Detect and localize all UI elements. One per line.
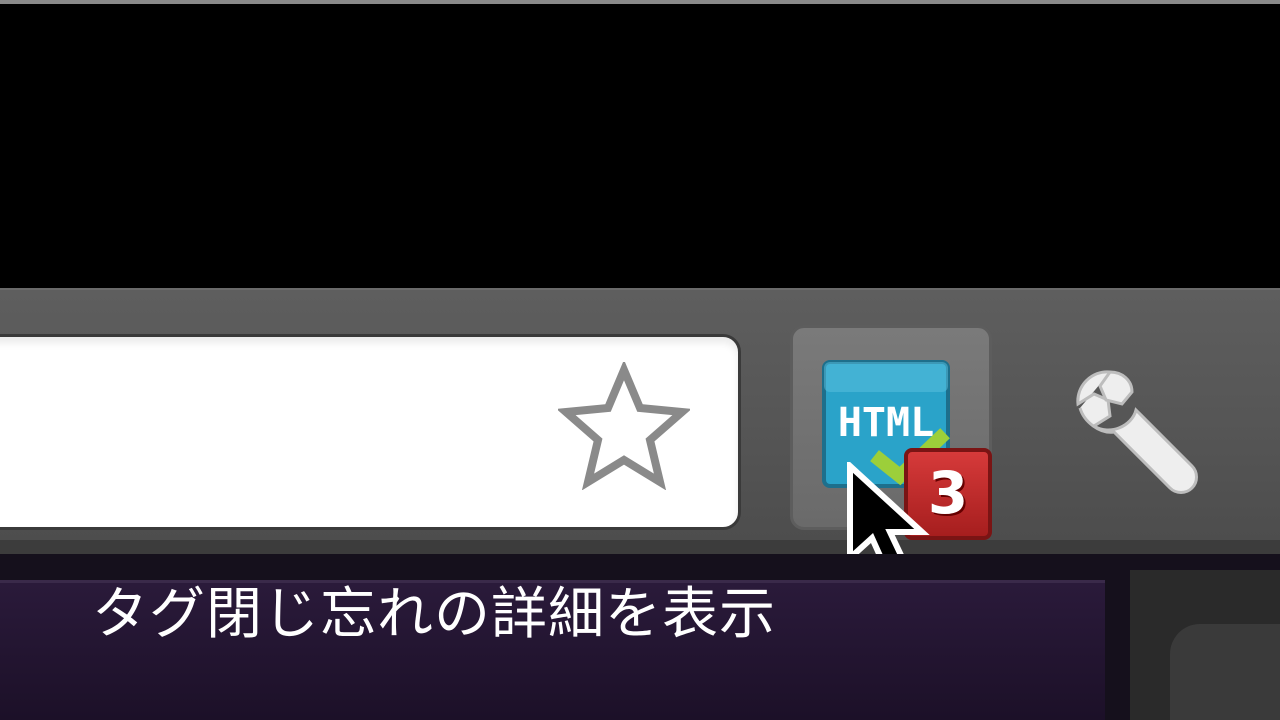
top-black-area [0,0,1280,288]
caption-text: タグ閉じ忘れの詳細を表示 [92,582,776,647]
toolbar-divider [0,540,1280,554]
star-outline-icon[interactable] [558,362,690,490]
side-panel-element [1170,624,1280,720]
html-icon-label: HTML [838,400,934,446]
wrench-icon[interactable] [1070,360,1210,500]
